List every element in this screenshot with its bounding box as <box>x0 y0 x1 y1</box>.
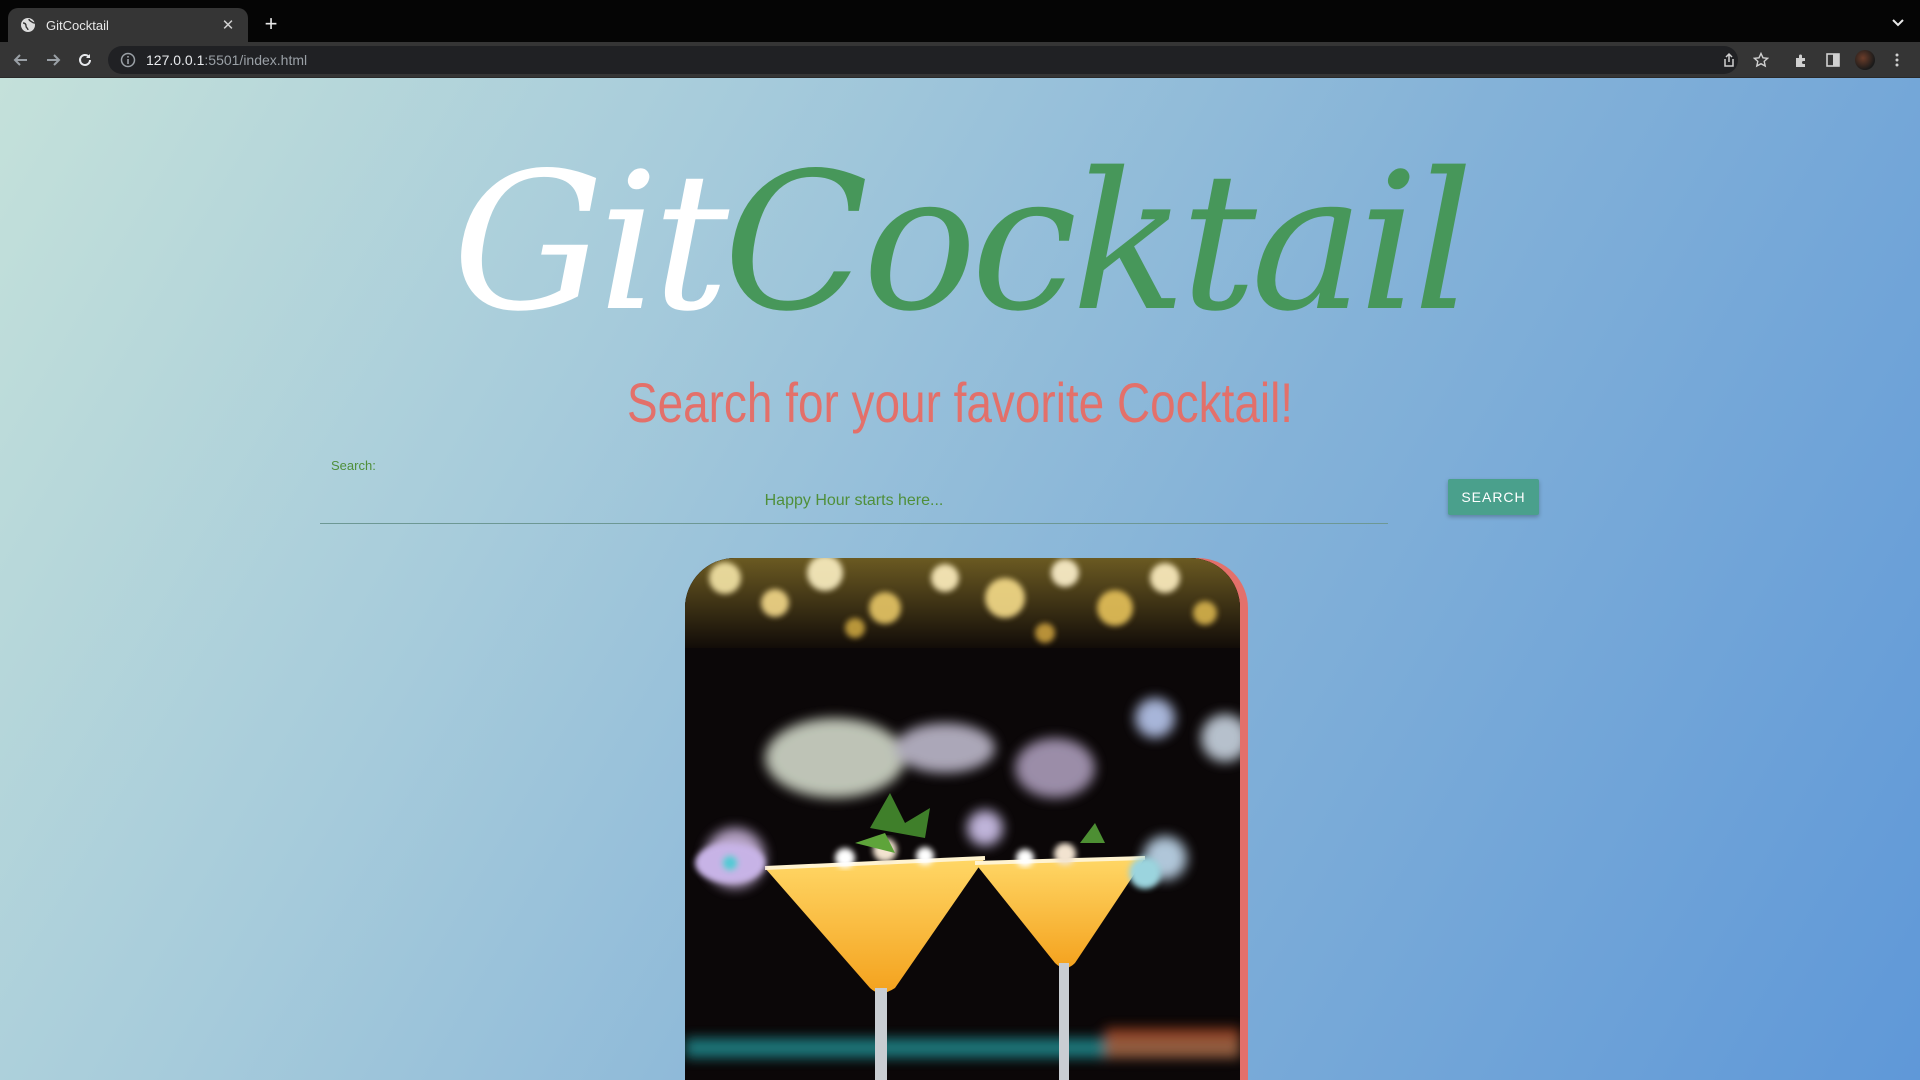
cocktail-hero-image <box>685 558 1240 1080</box>
url-text: 127.0.0.1:5501/index.html <box>146 52 308 68</box>
search-button[interactable]: SEARCH <box>1448 479 1539 515</box>
tab-title: GitCocktail <box>46 17 109 33</box>
share-icon[interactable] <box>1718 49 1740 71</box>
back-icon[interactable] <box>10 49 32 71</box>
chevron-down-icon[interactable] <box>1890 14 1906 30</box>
logo-cocktail: Cocktail <box>723 132 1473 353</box>
reload-icon[interactable] <box>74 49 96 71</box>
search-input[interactable] <box>320 478 1388 524</box>
site-logo[interactable]: GitCocktail <box>0 128 1920 358</box>
avatar[interactable] <box>1854 49 1876 71</box>
info-icon[interactable] <box>120 52 136 68</box>
page-content: GitCocktail Search for your favorite Coc… <box>0 78 1920 1080</box>
close-icon[interactable]: ✕ <box>220 16 236 34</box>
logo-git: Git <box>452 132 729 353</box>
page-title: Search for your favorite Cocktail! <box>626 371 1294 434</box>
plus-icon[interactable]: + <box>258 11 284 37</box>
side-panel-icon[interactable] <box>1822 49 1844 71</box>
star-icon[interactable] <box>1750 49 1772 71</box>
globe-icon <box>20 17 36 33</box>
menu-icon[interactable] <box>1886 49 1908 71</box>
browser-toolbar: 127.0.0.1:5501/index.html <box>0 42 1920 78</box>
tab-strip: GitCocktail ✕ + <box>0 0 1920 42</box>
search-label: Search: <box>331 458 376 473</box>
forward-icon[interactable] <box>42 49 64 71</box>
browser-tab[interactable]: GitCocktail ✕ <box>8 8 248 42</box>
extensions-icon[interactable] <box>1790 49 1812 71</box>
address-bar[interactable]: 127.0.0.1:5501/index.html <box>108 46 1738 74</box>
